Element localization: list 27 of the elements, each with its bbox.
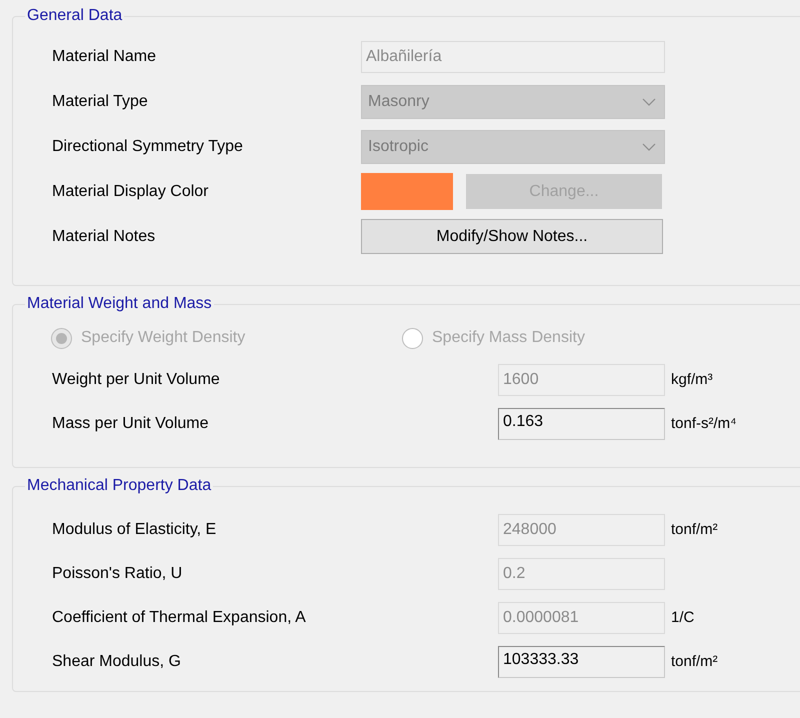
group-title: Material Weight and Mass bbox=[26, 294, 213, 314]
radio-label: Specify Weight Density bbox=[81, 328, 246, 348]
input-field[interactable]: 0.163 bbox=[498, 408, 665, 440]
field-label: Material Notes bbox=[52, 226, 156, 246]
field-label: Material Name bbox=[52, 46, 158, 66]
field-label: Coefficient of Thermal Expansion, A bbox=[52, 608, 307, 628]
radio-label: Specify Mass Density bbox=[432, 328, 585, 348]
field-label: Material Display Color bbox=[52, 182, 210, 202]
group-title: Mechanical Property Data bbox=[26, 476, 212, 496]
group-title: General Data bbox=[26, 6, 124, 26]
unit-label: 1/C bbox=[671, 608, 694, 628]
unit-label: tonf/m² bbox=[671, 652, 718, 672]
button[interactable]: Modify/Show Notes... bbox=[361, 219, 663, 254]
color-swatch[interactable] bbox=[361, 173, 453, 210]
field-label: Mass per Unit Volume bbox=[52, 414, 210, 434]
field-label: Shear Modulus, G bbox=[52, 652, 182, 672]
unit-label: kgf/m³ bbox=[671, 370, 713, 390]
unit-label: tonf-s²/m⁴ bbox=[671, 414, 737, 434]
chevron-down-icon bbox=[642, 98, 656, 106]
field-label: Poisson's Ratio, U bbox=[52, 564, 184, 584]
chevron-down-icon bbox=[642, 142, 656, 150]
field-label: Material Type bbox=[52, 92, 149, 112]
input-field[interactable]: 103333.33 bbox=[498, 646, 665, 678]
field-label: Directional Symmetry Type bbox=[52, 136, 244, 156]
unit-label: tonf/m² bbox=[671, 520, 718, 540]
field-label: Weight per Unit Volume bbox=[52, 370, 221, 390]
field-label: Modulus of Elasticity, E bbox=[52, 520, 218, 540]
